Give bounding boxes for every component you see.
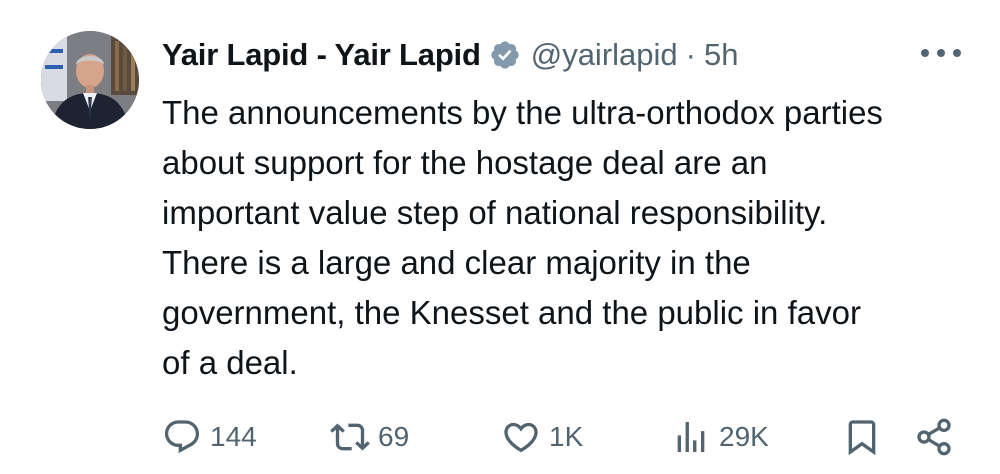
more-options-button[interactable] xyxy=(918,38,964,68)
reply-count: 144 xyxy=(210,421,257,452)
heart-icon xyxy=(504,422,538,453)
retweet-button[interactable]: 69 xyxy=(330,408,409,466)
views-icon xyxy=(677,422,705,452)
share-icon xyxy=(917,418,951,456)
more-icon xyxy=(921,49,961,57)
tweet-timestamp[interactable]: 5h xyxy=(704,37,738,73)
views-button[interactable]: 29K xyxy=(671,408,769,466)
avatar[interactable] xyxy=(41,31,139,129)
reply-icon xyxy=(164,420,200,454)
like-count: 1K xyxy=(549,421,584,452)
verified-badge-icon[interactable] xyxy=(489,39,521,71)
retweet-icon xyxy=(330,423,370,451)
tweet-header: Yair Lapid - Yair Lapid @yairlapid · 5h xyxy=(162,30,738,80)
share-button[interactable] xyxy=(914,408,954,466)
retweet-count: 69 xyxy=(378,421,410,452)
author-handle[interactable]: @yairlapid xyxy=(531,37,678,73)
like-button[interactable]: 1K xyxy=(501,408,583,466)
bookmark-icon xyxy=(848,420,876,456)
avatar-photo xyxy=(41,31,139,129)
views-count: 29K xyxy=(719,421,769,452)
tweet-card[interactable]: Yair Lapid - Yair Lapid @yairlapid · 5h … xyxy=(0,0,1000,474)
tweet-actions: 144 69 1K 29K xyxy=(0,408,1000,466)
bookmark-button[interactable] xyxy=(842,408,882,466)
reply-button[interactable]: 144 xyxy=(162,408,257,466)
header-separator: · xyxy=(685,37,696,72)
display-name[interactable]: Yair Lapid - Yair Lapid xyxy=(162,37,481,73)
tweet-text: The announcements by the ultra-orthodox … xyxy=(162,94,883,381)
